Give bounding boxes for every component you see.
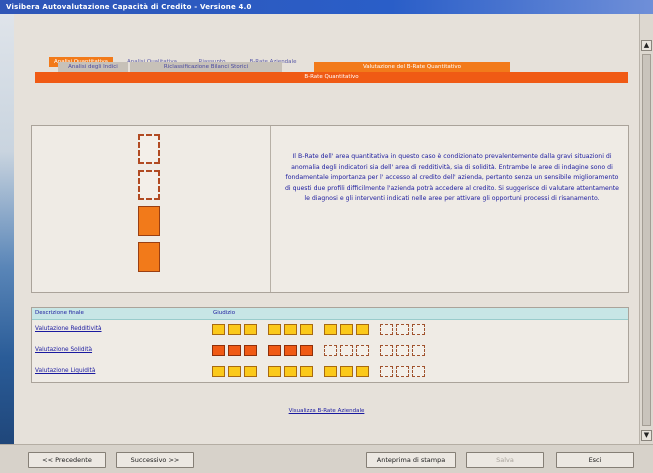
scroll-thumb[interactable] [642, 54, 651, 426]
rating-cell [324, 324, 337, 335]
rating-cell [300, 366, 313, 377]
section-header: B-Rate Quantitativo [35, 72, 628, 83]
footer-bar: << Precedente Successivo >> Anteprima di… [0, 444, 653, 473]
table-row: Valutazione Liquidità [32, 364, 628, 384]
rating-cell [212, 345, 225, 356]
rating-cell [212, 324, 225, 335]
visualizza-b-rate-link[interactable]: Visualizza B-Rate Aziendale [0, 408, 653, 414]
rating-cell [340, 366, 353, 377]
rating-cell [244, 345, 257, 356]
desktop-background [0, 14, 14, 473]
scroll-up-icon[interactable]: ▲ [641, 40, 652, 51]
rating-cell [268, 366, 281, 377]
rating-cell [380, 345, 393, 356]
vertical-scrollbar[interactable]: ▲ ▼ [639, 14, 653, 444]
prev-button[interactable]: << Precedente [28, 452, 106, 468]
rating-cell [412, 366, 425, 377]
rating-cell [300, 324, 313, 335]
tab-riclassificazione[interactable]: Riclassificazione Bilanci Storici [130, 62, 282, 72]
rating-cell [284, 345, 297, 356]
rating-cell [324, 366, 337, 377]
header-giudizio: Giudizio [213, 310, 236, 316]
rating-cell [380, 366, 393, 377]
panel-divider [270, 126, 271, 292]
tab-analisi-indici[interactable]: Analisi degli Indici [58, 62, 128, 72]
rating-level-1 [138, 242, 160, 272]
rating-cell [284, 324, 297, 335]
rating-cell [412, 345, 425, 356]
rating-cell [380, 324, 393, 335]
rating-level-2 [138, 206, 160, 236]
rating-cell [412, 324, 425, 335]
rating-cell [340, 345, 353, 356]
table-row: Valutazione Redditività [32, 322, 628, 342]
row-label-redditivita[interactable]: Valutazione Redditività [35, 326, 102, 332]
rating-level-4 [138, 134, 160, 164]
rating-cell [268, 345, 281, 356]
rating-cell [244, 366, 257, 377]
rating-level-3 [138, 170, 160, 200]
rating-cell [228, 324, 241, 335]
rating-cell [356, 324, 369, 335]
rating-cell [212, 366, 225, 377]
row-label-solidita[interactable]: Valutazione Solidità [35, 347, 92, 353]
rating-cell [340, 324, 353, 335]
scroll-down-icon[interactable]: ▼ [641, 430, 652, 441]
rating-cell [300, 345, 313, 356]
rating-cell [268, 324, 281, 335]
next-button[interactable]: Successivo >> [116, 452, 194, 468]
rating-description: Il B-Rate dell' area quantitativa in que… [285, 153, 619, 203]
rating-cell [356, 366, 369, 377]
header-descrizione: Descrizione finale [35, 310, 84, 316]
save-button[interactable]: Salva [466, 452, 544, 468]
tab-valutazione-b-rate[interactable]: Valutazione del B-Rate Quantitativo [314, 62, 510, 72]
rating-cell [228, 366, 241, 377]
row-label-liquidita[interactable]: Valutazione Liquidità [35, 368, 95, 374]
rating-cell [396, 324, 409, 335]
rating-cell [284, 366, 297, 377]
table-header: Descrizione finale Giudizio [32, 308, 628, 320]
print-preview-button[interactable]: Anteprima di stampa [366, 452, 456, 468]
app-window: Visibera Autovalutazione Capacità di Cre… [0, 0, 653, 473]
rating-cell [324, 345, 337, 356]
exit-button[interactable]: Esci [556, 452, 634, 468]
rating-cell [396, 345, 409, 356]
evaluation-table: Descrizione finale Giudizio Valutazione … [31, 307, 629, 383]
rating-panel: Il B-Rate dell' area quantitativa in que… [31, 125, 629, 293]
rating-cell [244, 324, 257, 335]
rating-cell [396, 366, 409, 377]
rating-cell [356, 345, 369, 356]
window-title: Visibera Autovalutazione Capacità di Cre… [0, 0, 653, 14]
table-row: Valutazione Solidità [32, 343, 628, 363]
rating-cell [228, 345, 241, 356]
